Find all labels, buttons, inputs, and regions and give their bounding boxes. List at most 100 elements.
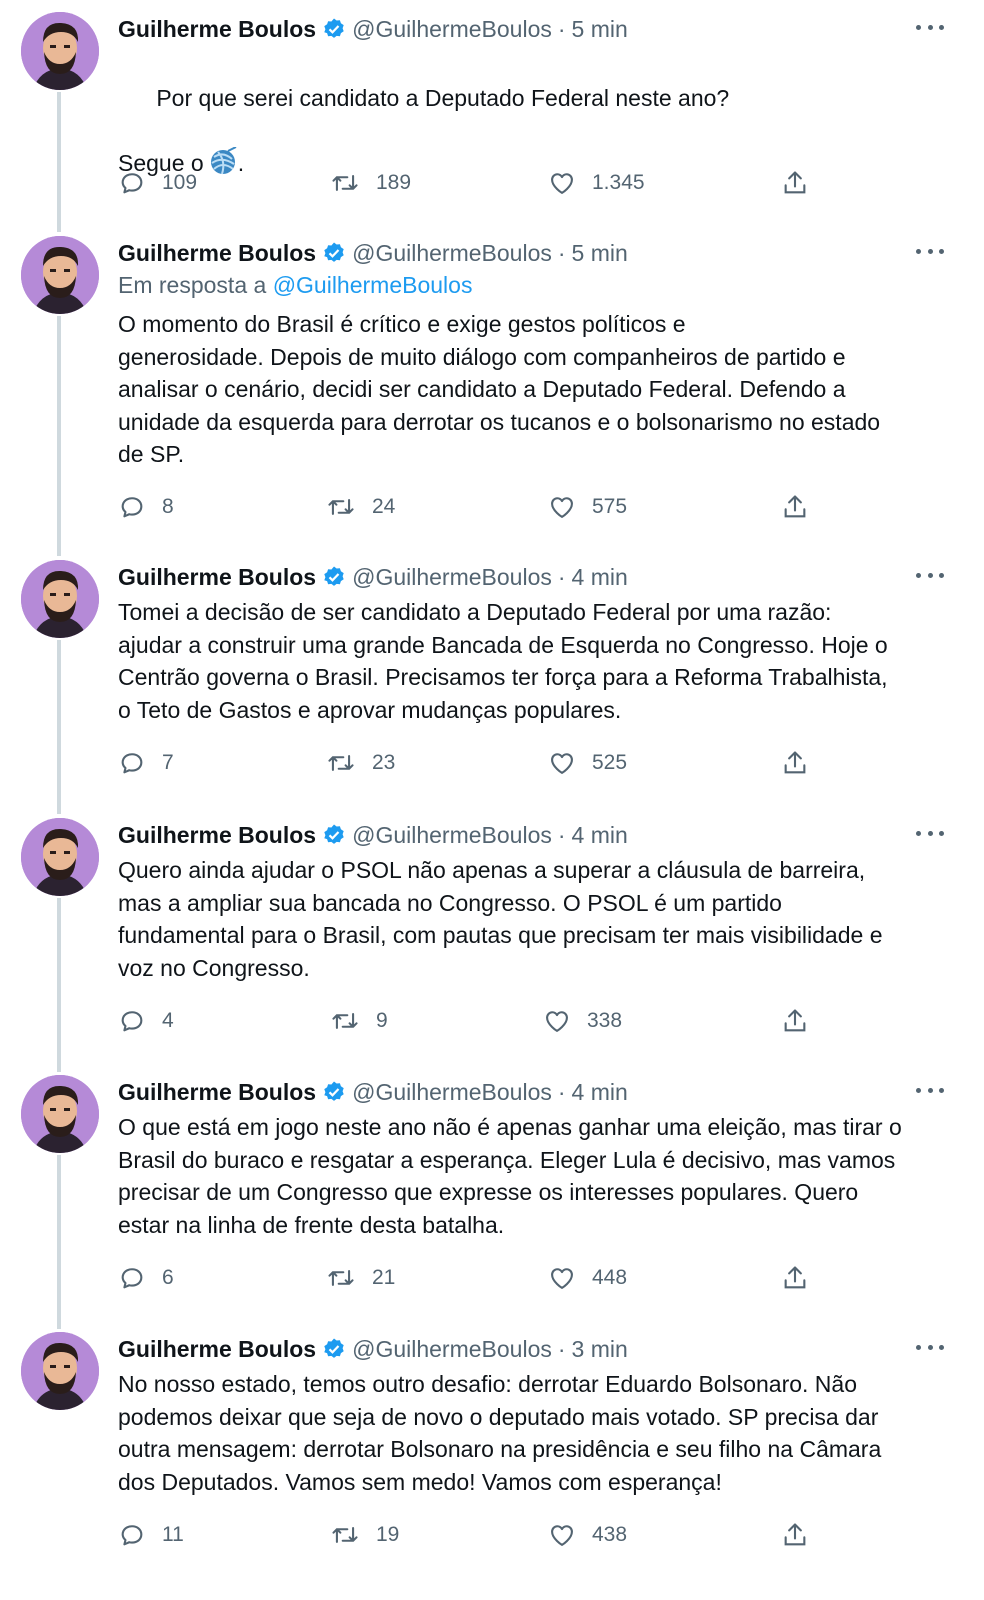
- retweet-button[interactable]: 189: [330, 166, 411, 200]
- share-button[interactable]: [781, 1261, 809, 1295]
- like-button[interactable]: 525: [548, 746, 627, 780]
- more-options-icon[interactable]: [916, 828, 944, 838]
- reply-button[interactable]: 11: [118, 1518, 184, 1552]
- tweet-header: Guilherme Boulos @GuilhermeBoulos · 4 mi…: [118, 1076, 628, 1108]
- tweet-time[interactable]: 4 min: [572, 822, 628, 849]
- share-button[interactable]: [781, 746, 809, 780]
- avatar[interactable]: [21, 818, 99, 896]
- reply-mention-link[interactable]: @GuilhermeBoulos: [273, 272, 473, 298]
- thread-line: [57, 1155, 61, 1329]
- tweet-4[interactable]: Guilherme Boulos @GuilhermeBoulos · 4 mi…: [0, 806, 984, 1072]
- retweet-button[interactable]: 19: [330, 1518, 399, 1552]
- author-name[interactable]: Guilherme Boulos: [118, 240, 316, 267]
- speech-bubble-icon: [118, 493, 146, 521]
- share-button[interactable]: [781, 490, 809, 524]
- tweet-header: Guilherme Boulos @GuilhermeBoulos · 4 mi…: [118, 561, 628, 593]
- tweet-time[interactable]: 4 min: [572, 564, 628, 591]
- share-button[interactable]: [781, 166, 809, 200]
- separator-dot: ·: [557, 563, 566, 590]
- reply-count: 11: [162, 1523, 184, 1546]
- author-handle[interactable]: @GuilhermeBoulos: [352, 240, 552, 267]
- like-button[interactable]: 1.345: [548, 166, 645, 200]
- tweet-time[interactable]: 3 min: [572, 1336, 628, 1363]
- tweet-text: O momento do Brasil é crítico e exige ge…: [118, 311, 881, 467]
- more-options-icon[interactable]: [916, 570, 944, 580]
- author-handle[interactable]: @GuilhermeBoulos: [352, 1079, 552, 1106]
- author-name[interactable]: Guilherme Boulos: [118, 16, 316, 43]
- author-name[interactable]: Guilherme Boulos: [118, 564, 316, 591]
- like-button[interactable]: 338: [543, 1004, 622, 1038]
- reply-count: 8: [162, 495, 174, 518]
- more-options-icon[interactable]: [916, 22, 944, 32]
- avatar[interactable]: [21, 560, 99, 638]
- reply-context: Em resposta a @GuilhermeBoulos: [118, 272, 472, 299]
- reply-count: 7: [162, 751, 174, 774]
- tweet-5[interactable]: Guilherme Boulos @GuilhermeBoulos · 4 mi…: [0, 1063, 984, 1329]
- tweet-text: No nosso estado, temos outro desafio: de…: [118, 1371, 882, 1495]
- heart-icon: [548, 169, 576, 197]
- reply-button[interactable]: 4: [118, 1004, 174, 1038]
- avatar[interactable]: [21, 1332, 99, 1410]
- retweet-count: 189: [376, 171, 412, 194]
- author-handle[interactable]: @GuilhermeBoulos: [352, 564, 552, 591]
- share-button[interactable]: [781, 1518, 809, 1552]
- tweet-thread: Guilherme Boulos @GuilhermeBoulos · 5 mi…: [0, 0, 984, 1600]
- retweet-count: 19: [376, 1523, 400, 1546]
- author-name[interactable]: Guilherme Boulos: [118, 1336, 316, 1363]
- reply-button[interactable]: 7: [118, 746, 174, 780]
- reply-button[interactable]: 8: [118, 490, 174, 524]
- retweet-count: 23: [372, 751, 396, 774]
- avatar[interactable]: [21, 1075, 99, 1153]
- speech-bubble-icon: [118, 169, 146, 197]
- author-name[interactable]: Guilherme Boulos: [118, 1079, 316, 1106]
- retweet-arrows-icon: [326, 1264, 356, 1292]
- separator-dot: ·: [557, 15, 566, 42]
- share-button[interactable]: [781, 1004, 809, 1038]
- tweet-actions: 7 23 525: [0, 746, 984, 780]
- like-button[interactable]: 575: [548, 490, 627, 524]
- tweet-6[interactable]: Guilherme Boulos @GuilhermeBoulos · 3 mi…: [0, 1320, 984, 1600]
- avatar[interactable]: [21, 236, 99, 314]
- tweet-header: Guilherme Boulos @GuilhermeBoulos · 5 mi…: [118, 237, 628, 269]
- tweet-actions: 6 21 448: [0, 1261, 984, 1295]
- retweet-button[interactable]: 9: [330, 1004, 388, 1038]
- verified-badge-icon: [322, 823, 346, 847]
- separator-dot: ·: [557, 1078, 566, 1105]
- author-handle[interactable]: @GuilhermeBoulos: [352, 16, 552, 43]
- share-upload-icon: [781, 1521, 809, 1549]
- tweet-1[interactable]: Guilherme Boulos @GuilhermeBoulos · 5 mi…: [0, 0, 984, 232]
- retweet-button[interactable]: 21: [326, 1261, 395, 1295]
- tweet-time[interactable]: 4 min: [572, 1079, 628, 1106]
- like-button[interactable]: 438: [548, 1518, 627, 1552]
- retweet-count: 24: [372, 495, 396, 518]
- verified-badge-icon: [322, 241, 346, 265]
- tweet-text: Quero ainda ajudar o PSOL não apenas a s…: [118, 857, 883, 981]
- retweet-button[interactable]: 23: [326, 746, 395, 780]
- reply-button[interactable]: 109: [118, 166, 197, 200]
- heart-icon: [548, 1521, 576, 1549]
- author-name[interactable]: Guilherme Boulos: [118, 822, 316, 849]
- speech-bubble-icon: [118, 1521, 146, 1549]
- heart-icon: [548, 1264, 576, 1292]
- tweet-actions: 8 24 575: [0, 490, 984, 524]
- retweet-count: 9: [376, 1009, 388, 1032]
- verified-badge-icon: [322, 17, 346, 41]
- tweet-3[interactable]: Guilherme Boulos @GuilhermeBoulos · 4 mi…: [0, 548, 984, 814]
- like-button[interactable]: 448: [548, 1261, 627, 1295]
- tweet-time[interactable]: 5 min: [572, 240, 628, 267]
- more-options-icon[interactable]: [916, 1085, 944, 1095]
- tweet-text: O que está em jogo neste ano não é apena…: [118, 1114, 902, 1238]
- more-options-icon[interactable]: [916, 246, 944, 256]
- more-options-icon[interactable]: [916, 1342, 944, 1352]
- reply-button[interactable]: 6: [118, 1261, 174, 1295]
- author-handle[interactable]: @GuilhermeBoulos: [352, 822, 552, 849]
- avatar[interactable]: [21, 12, 99, 90]
- retweet-button[interactable]: 24: [326, 490, 395, 524]
- tweet-time[interactable]: 5 min: [572, 16, 628, 43]
- like-count: 448: [592, 1266, 628, 1289]
- share-upload-icon: [781, 493, 809, 521]
- author-handle[interactable]: @GuilhermeBoulos: [352, 1336, 552, 1363]
- retweet-arrows-icon: [330, 169, 360, 197]
- retweet-arrows-icon: [330, 1521, 360, 1549]
- tweet-2[interactable]: Guilherme Boulos @GuilhermeBoulos · 5 mi…: [0, 224, 984, 556]
